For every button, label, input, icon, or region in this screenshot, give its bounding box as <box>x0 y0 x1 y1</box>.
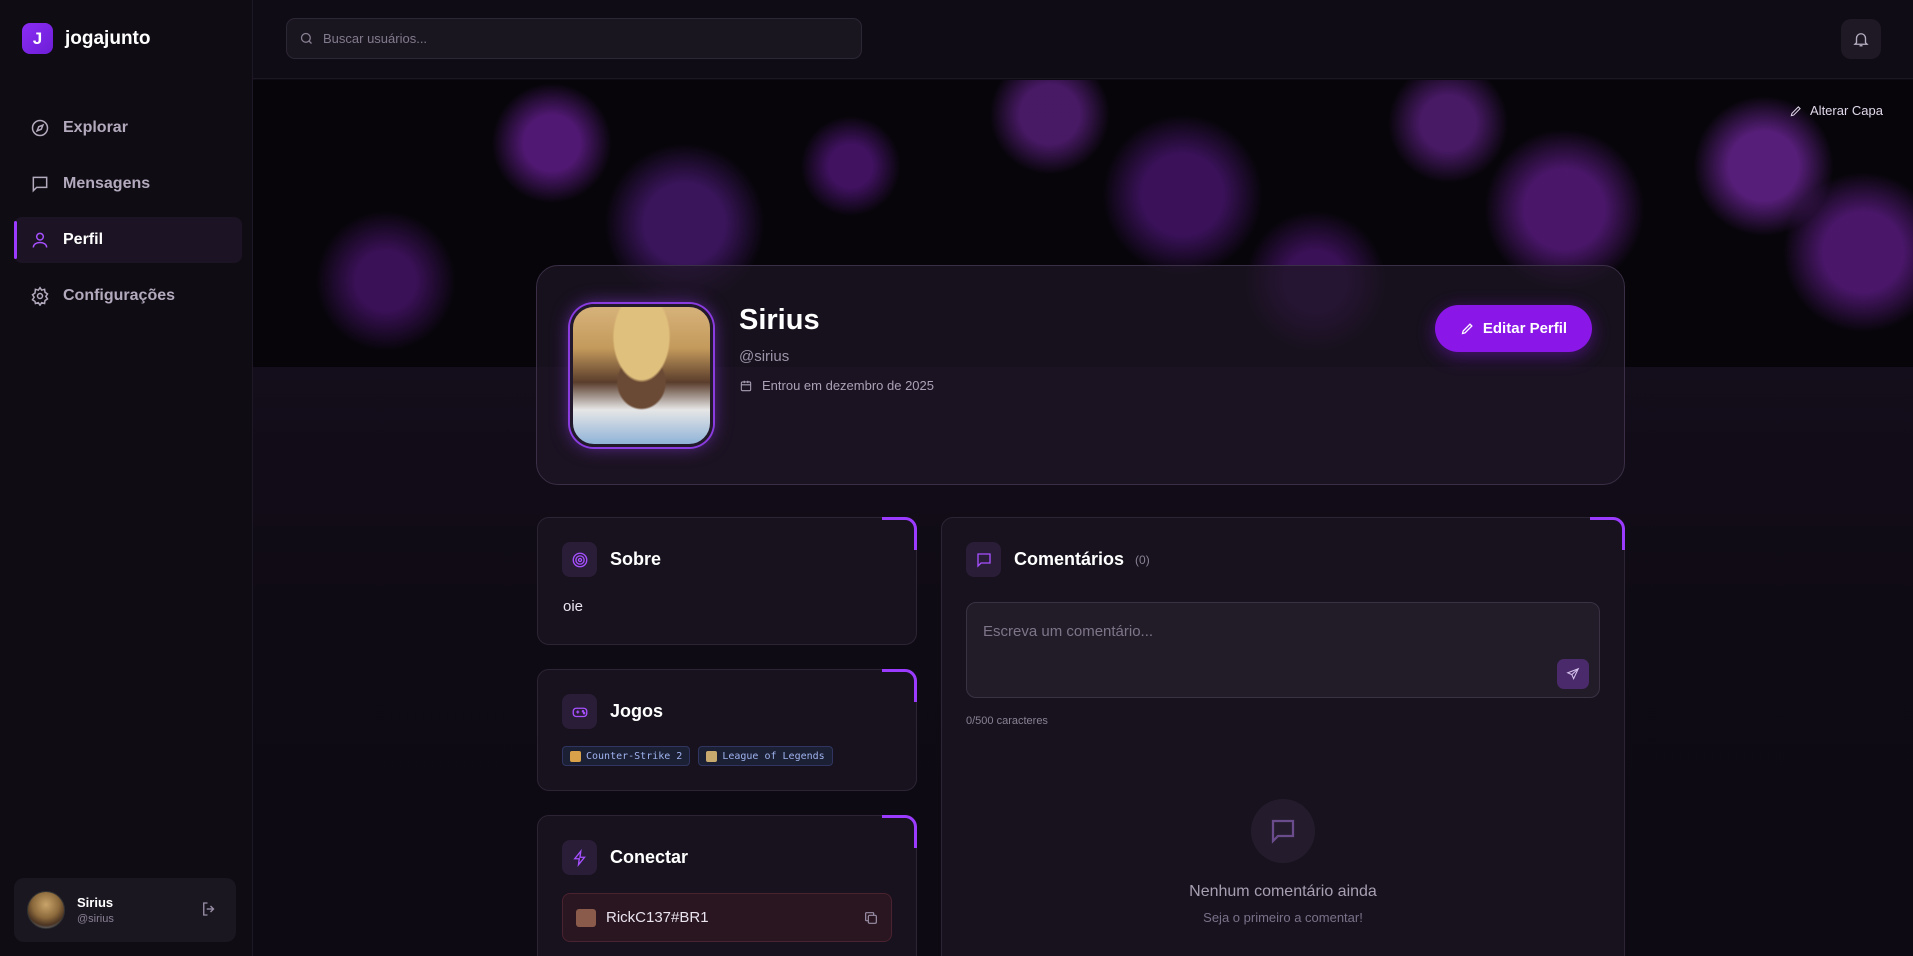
char-counter: 0/500 caracteres <box>966 715 1048 727</box>
game-name: League of Legends <box>722 750 825 762</box>
change-cover-button[interactable]: Alterar Capa <box>1789 103 1883 118</box>
comments-count: (0) <box>1135 552 1150 567</box>
send-comment-button[interactable] <box>1557 659 1589 689</box>
comment-input[interactable] <box>983 623 1543 683</box>
comments-card: Comentários (0) 0/500 caracteres Nenhum … <box>941 517 1625 956</box>
sidebar-item-label: Explorar <box>63 119 128 136</box>
riot-account-row[interactable]: RickC137#BR1 <box>562 893 892 942</box>
card-header: Jogos <box>562 694 663 729</box>
empty-state-subtitle: Seja o primeiro a comentar! <box>1203 910 1363 925</box>
card-title: Conectar <box>610 847 689 867</box>
games-card: Jogos Counter-Strike 2 League of Legends <box>537 669 917 791</box>
profile-handle: @sirius <box>739 348 790 365</box>
topbar <box>253 0 1913 79</box>
counter-strike-icon <box>570 750 581 762</box>
avatar <box>27 891 65 929</box>
change-cover-label: Alterar Capa <box>1810 103 1883 118</box>
message-square-icon <box>966 542 1001 577</box>
card-header: Comentários (0) <box>966 542 1150 577</box>
copy-icon[interactable] <box>863 910 879 926</box>
riot-games-icon <box>576 908 596 927</box>
search-bar[interactable] <box>286 18 862 59</box>
pencil-icon <box>1461 323 1473 335</box>
sidebar-item-label: Configurações <box>63 287 176 304</box>
message-square-icon <box>30 174 50 194</box>
riot-account-id: RickC137#BR1 <box>606 909 709 926</box>
lightning-icon <box>562 840 597 875</box>
about-text: oie <box>563 598 584 615</box>
card-header: Conectar <box>562 840 688 875</box>
game-tag[interactable]: Counter-Strike 2 <box>562 746 691 766</box>
game-tag[interactable]: League of Legends <box>698 746 833 766</box>
compass-icon <box>30 118 50 138</box>
calendar-icon <box>740 380 752 391</box>
user-name: Sirius <box>77 895 114 910</box>
pencil-icon <box>1790 105 1801 116</box>
app-name: jogajunto <box>65 27 151 49</box>
profile-avatar <box>570 304 713 447</box>
sidebar-item-explorar[interactable]: Explorar <box>14 105 242 151</box>
user-info: Sirius @sirius <box>77 895 114 925</box>
profile-name: Sirius <box>739 304 820 336</box>
edit-profile-label: Editar Perfil <box>1482 320 1568 337</box>
search-icon <box>300 32 312 44</box>
sidebar: J jogajunto Explorar Mensagens Perfil Co… <box>0 0 253 956</box>
games-list: Counter-Strike 2 League of Legends <box>562 746 841 766</box>
send-icon <box>1566 667 1580 680</box>
sidebar-item-perfil[interactable]: Perfil <box>14 217 242 263</box>
empty-comments-icon <box>1251 799 1315 863</box>
card-title: Comentários <box>1014 549 1125 569</box>
empty-state-title: Nenhum comentário ainda <box>1189 883 1377 900</box>
sidebar-user-card[interactable]: Sirius @sirius <box>14 878 236 942</box>
app-logo[interactable]: J jogajunto <box>22 23 150 54</box>
sidebar-item-label: Perfil <box>63 231 104 248</box>
logo-badge: J <box>22 23 53 54</box>
connect-card: Conectar RickC137#BR1 <box>537 815 917 956</box>
game-name: Counter-Strike 2 <box>586 750 683 762</box>
card-title: Sobre <box>610 549 662 569</box>
target-icon <box>562 542 597 577</box>
about-card: Sobre oie <box>537 517 917 645</box>
user-handle: @sirius <box>77 913 114 925</box>
comment-composer <box>966 602 1600 698</box>
league-of-legends-icon <box>706 750 718 762</box>
search-input[interactable] <box>323 31 843 46</box>
notifications-button[interactable] <box>1841 19 1881 59</box>
edit-profile-button[interactable]: Editar Perfil <box>1435 305 1592 352</box>
card-header: Sobre <box>562 542 661 577</box>
logout-icon[interactable] <box>200 900 218 918</box>
gamepad-icon <box>562 694 597 729</box>
card-title: Jogos <box>610 701 664 721</box>
sidebar-nav: Explorar Mensagens Perfil Configurações <box>14 105 242 329</box>
bell-icon <box>1853 33 1869 47</box>
sidebar-item-configuracoes[interactable]: Configurações <box>14 273 242 319</box>
profile-header-card: Sirius @sirius Entrou em dezembro de 202… <box>536 265 1625 485</box>
sidebar-item-label: Mensagens <box>63 175 151 192</box>
joined-date: Entrou em dezembro de 2025 <box>762 378 934 393</box>
user-icon <box>30 230 50 250</box>
sidebar-item-mensagens[interactable]: Mensagens <box>14 161 242 207</box>
gear-icon <box>30 286 50 306</box>
profile-joined: Entrou em dezembro de 2025 <box>739 378 934 393</box>
